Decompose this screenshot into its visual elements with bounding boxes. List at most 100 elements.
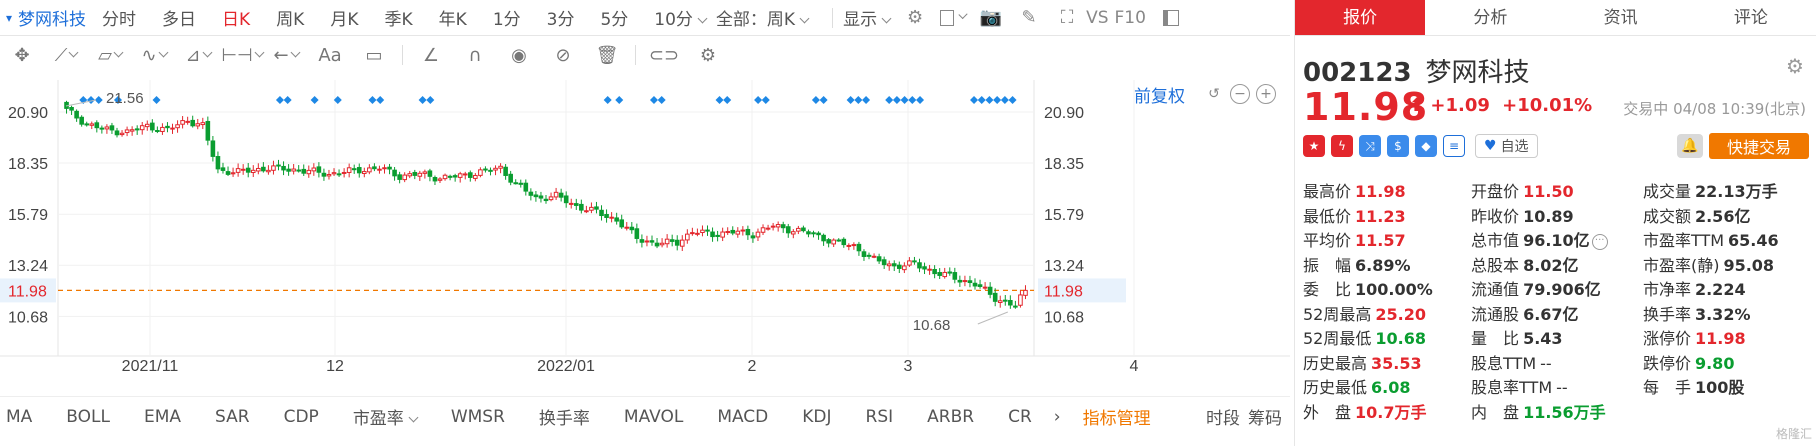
indicator-7[interactable]: 换手率: [539, 404, 590, 429]
indicator-8[interactable]: MAVOL: [624, 407, 683, 427]
pen-icon[interactable]: ✎: [1016, 5, 1042, 31]
indicator-4[interactable]: CDP: [284, 407, 319, 427]
panel-toggle-icon[interactable]: [1158, 5, 1184, 31]
settings-icon[interactable]: ⚙: [902, 5, 928, 31]
tab-period-6[interactable]: 年K: [439, 5, 467, 30]
candle-body: [210, 140, 216, 157]
candle: [114, 127, 120, 138]
wave-tool-icon[interactable]: ∿: [132, 40, 176, 70]
chips-button[interactable]: 筹码: [1248, 404, 1282, 429]
channel-tool-icon[interactable]: ▱: [88, 40, 132, 70]
candle-body: [331, 172, 337, 175]
indicator-13[interactable]: CR: [1008, 407, 1032, 427]
f10-button[interactable]: F10: [1115, 8, 1146, 28]
quick-trade-button[interactable]: 快捷交易: [1709, 133, 1809, 159]
move-icon[interactable]: ✥: [0, 40, 44, 70]
tab-comments[interactable]: 评论: [1686, 0, 1816, 35]
candle-body: [947, 271, 953, 274]
candle-body: [493, 167, 498, 171]
chevron-right-icon[interactable]: ›: [1054, 407, 1061, 427]
angle-icon[interactable]: ∠: [409, 40, 453, 70]
more-icon[interactable]: ···: [1591, 233, 1608, 250]
tab-period-7[interactable]: 1分: [493, 5, 521, 30]
fullscreen-icon[interactable]: ⛶: [1054, 5, 1080, 31]
indicator-3[interactable]: SAR: [215, 407, 250, 427]
indicator-manage-button[interactable]: 指标管理: [1083, 404, 1151, 429]
candle: [432, 175, 438, 185]
candle-body: [144, 123, 150, 128]
candle: [841, 237, 847, 248]
range-select[interactable]: 全部：周K: [716, 5, 808, 30]
candle-body: [997, 300, 1003, 304]
tab-quote[interactable]: 报价: [1295, 0, 1426, 35]
indicator-9[interactable]: MACD: [717, 407, 768, 427]
link-icon[interactable]: ⊂⊃: [642, 40, 686, 70]
arrow-tool-icon[interactable]: ←: [264, 40, 308, 70]
color-box-icon[interactable]: [940, 5, 966, 31]
divider: [635, 45, 636, 65]
indicator-11[interactable]: RSI: [866, 407, 894, 427]
stock-name-selector[interactable]: ▾ 梦网科技: [6, 5, 86, 30]
indicator-10[interactable]: KDJ: [802, 407, 831, 427]
candle-body: [710, 231, 715, 238]
indicator-0[interactable]: MA: [6, 407, 32, 427]
period-filter-button[interactable]: 时段: [1206, 404, 1240, 429]
y-tick-label-right: 13.24: [1044, 258, 1084, 275]
event-marker-icon: [615, 96, 624, 104]
tab-period-8[interactable]: 3分: [547, 5, 575, 30]
candle-body: [881, 259, 887, 266]
eye-icon[interactable]: ◉: [497, 40, 541, 70]
draw-settings-icon[interactable]: ⚙: [686, 40, 730, 70]
bell-icon[interactable]: 🔔: [1677, 134, 1703, 158]
tab-period-10[interactable]: 10分: [654, 5, 706, 30]
stat-cell: 外 盘 10.7万手: [1303, 399, 1471, 423]
camera-icon[interactable]: 📷: [978, 5, 1004, 31]
candle: [669, 234, 675, 247]
candle: [932, 265, 937, 279]
trash-icon[interactable]: 🗑: [585, 40, 629, 70]
candle: [695, 228, 700, 237]
tab-period-9[interactable]: 5分: [600, 5, 628, 30]
candle-body: [230, 172, 236, 175]
tab-period-0[interactable]: 分时: [102, 5, 136, 30]
kline-chart[interactable]: 20.90 20.90 18.35 18.35 15.79 15.79 13.24 13.24…: [0, 80, 1290, 380]
gear-icon[interactable]: ⚙: [1786, 54, 1806, 78]
vs-button[interactable]: VS: [1086, 8, 1108, 28]
candle: [462, 171, 468, 180]
candle: [972, 278, 978, 290]
add-watchlist-button[interactable]: ♥ 自选: [1475, 134, 1538, 158]
indicator-12[interactable]: ARBR: [927, 407, 974, 427]
chevron-down-icon: ▾: [6, 10, 13, 25]
tab-period-1[interactable]: 多日: [162, 5, 196, 30]
indicator-bar: MA BOLL EMA SAR CDP 市盈率 WMSR 换手率 MAVOL M…: [0, 396, 1290, 436]
indicator-1[interactable]: BOLL: [66, 407, 110, 427]
stat-label: 市盈率TTM: [1642, 231, 1725, 251]
stat-cell: 52周最高 25.20: [1303, 301, 1471, 325]
magnet-icon[interactable]: ∩: [453, 40, 497, 70]
indicator-5[interactable]: 市盈率: [353, 404, 417, 429]
display-dropdown[interactable]: 显示: [843, 5, 890, 30]
hide-icon[interactable]: ⊘: [541, 40, 585, 70]
comment-tool-icon[interactable]: ▭: [352, 40, 396, 70]
tab-period-4[interactable]: 月K: [330, 5, 358, 30]
tab-news[interactable]: 资讯: [1556, 0, 1686, 35]
stat-value: 65.46: [1728, 231, 1779, 251]
text-tool-icon[interactable]: Aa: [308, 40, 352, 70]
candle: [321, 168, 327, 181]
tab-period-5[interactable]: 季K: [385, 5, 413, 30]
fib-tool-icon[interactable]: ⊿: [176, 40, 220, 70]
event-marker-icon: [426, 96, 435, 104]
tab-period-3[interactable]: 周K: [276, 5, 304, 30]
indicator-6[interactable]: WMSR: [451, 407, 505, 427]
stat-label: 股息TTM: [1471, 353, 1537, 373]
candle: [982, 282, 988, 290]
tab-period-2[interactable]: 日K: [222, 5, 250, 30]
range-tool-icon[interactable]: ⊢⊣: [220, 40, 264, 70]
candle: [74, 109, 79, 122]
indicator-2[interactable]: EMA: [144, 407, 181, 427]
candle: [276, 159, 281, 171]
tab-analysis[interactable]: 分析: [1425, 0, 1555, 35]
candle-body: [791, 231, 796, 235]
line-tool-icon[interactable]: ⟋: [44, 40, 88, 70]
candle: [452, 173, 458, 182]
